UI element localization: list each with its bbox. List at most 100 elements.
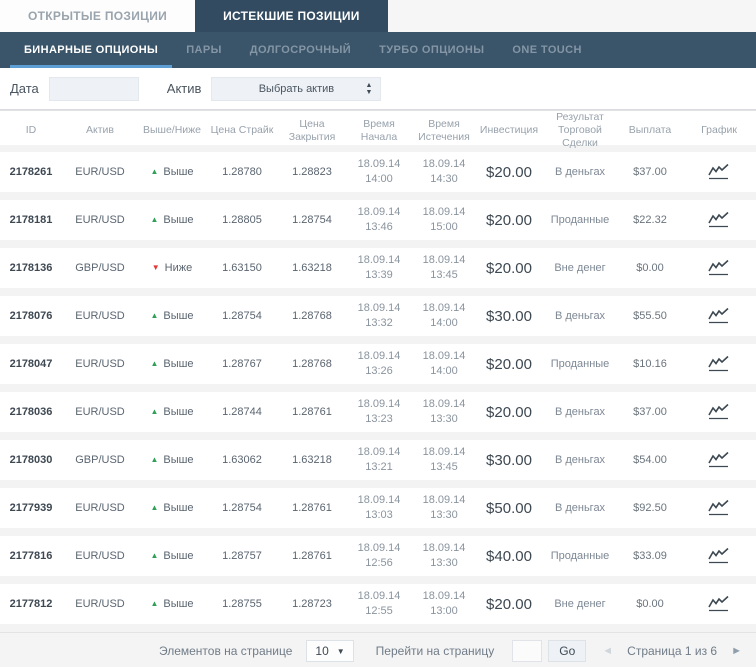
chart-link[interactable] bbox=[682, 162, 756, 182]
column-header: Время Начала bbox=[360, 117, 398, 143]
column-header: Цена Страйк bbox=[210, 124, 274, 137]
table-row: 2178036 EUR/USD ▲ Выше 1.28744 1.28761 1… bbox=[0, 392, 756, 440]
start-date: 18.09.14 bbox=[357, 206, 401, 219]
start-time: 13:03 bbox=[365, 509, 393, 521]
direction-arrow-icon: ▲ bbox=[150, 167, 159, 176]
direction-arrow-icon: ▲ bbox=[150, 215, 159, 224]
expiry-date: 18.09.14 bbox=[422, 302, 466, 315]
cell-id: 2178036 bbox=[9, 406, 53, 418]
start-time: 12:55 bbox=[365, 605, 393, 617]
expiry-time: 13:30 bbox=[430, 509, 458, 521]
cell-investment: $30.00 bbox=[486, 451, 532, 469]
direction-arrow-icon: ▲ bbox=[150, 311, 159, 320]
cell-direction: ▼ Ниже bbox=[138, 262, 206, 274]
cell-investment: $20.00 bbox=[486, 595, 532, 613]
start-date: 18.09.14 bbox=[357, 398, 401, 411]
cell-id: 2178030 bbox=[9, 454, 53, 466]
column-header: График bbox=[701, 124, 737, 137]
expiry-date: 18.09.14 bbox=[422, 158, 466, 171]
expiry-time: 13:30 bbox=[430, 557, 458, 569]
cell-close-price: 1.63218 bbox=[292, 454, 332, 466]
cell-start-time: 18.09.14 13:23 bbox=[346, 397, 412, 427]
tab-expired-positions[interactable]: ИСТЕКШИЕ ПОЗИЦИИ bbox=[195, 0, 388, 32]
expiry-time: 14:30 bbox=[430, 173, 458, 185]
cell-id: 2178136 bbox=[9, 262, 53, 274]
cell-start-time: 18.09.14 12:55 bbox=[346, 589, 412, 619]
prev-page-icon[interactable]: ◄ bbox=[602, 645, 613, 657]
column-header: Выше/Ниже bbox=[142, 124, 202, 137]
asset-select[interactable]: Выбрать актив ▲ ▼ bbox=[211, 76, 382, 101]
cell-expiry-time: 18.09.14 15:00 bbox=[412, 205, 476, 235]
cell-expiry-time: 18.09.14 14:00 bbox=[412, 301, 476, 331]
tab-open-positions[interactable]: ОТКРЫТЫЕ ПОЗИЦИИ bbox=[0, 0, 196, 32]
cell-id: 2178181 bbox=[9, 214, 53, 226]
cell-trade-result: Вне денег bbox=[554, 598, 606, 610]
nav-item-пары[interactable]: ПАРЫ bbox=[172, 32, 236, 68]
chart-link[interactable] bbox=[682, 354, 756, 374]
expiry-time: 13:30 bbox=[430, 413, 458, 425]
chart-link[interactable] bbox=[682, 450, 756, 470]
cell-payout: $37.00 bbox=[633, 166, 667, 178]
tab-expired-label: ИСТЕКШИЕ ПОЗИЦИИ bbox=[223, 9, 360, 23]
cell-close-price: 1.28754 bbox=[292, 214, 332, 226]
filter-bar: Дата Актив Выбрать актив ▲ ▼ bbox=[0, 68, 756, 110]
cell-expiry-time: 18.09.14 13:00 bbox=[412, 589, 476, 619]
cell-start-time: 18.09.14 13:46 bbox=[346, 205, 412, 235]
cell-direction: ▲ Выше bbox=[138, 214, 206, 226]
cell-strike-price: 1.28755 bbox=[222, 598, 262, 610]
page-status: Страница 1 из 6 bbox=[627, 644, 718, 658]
chart-link[interactable] bbox=[682, 306, 756, 326]
direction-label: Ниже bbox=[164, 262, 193, 274]
pagination-bar: Элементов на странице 10 ▼ Перейти на ст… bbox=[0, 632, 756, 667]
column-header: Результат Торговой Сделки bbox=[556, 111, 604, 150]
direction-label: Выше bbox=[163, 310, 194, 322]
cell-expiry-time: 18.09.14 13:30 bbox=[412, 541, 476, 571]
cell-start-time: 18.09.14 14:00 bbox=[346, 157, 412, 187]
cell-direction: ▲ Выше bbox=[138, 454, 206, 466]
table-row: 2178136 GBP/USD ▼ Ниже 1.63150 1.63218 1… bbox=[0, 248, 756, 296]
cell-expiry-time: 18.09.14 14:30 bbox=[412, 157, 476, 187]
direction-label: Выше bbox=[163, 214, 194, 226]
chart-link[interactable] bbox=[682, 258, 756, 278]
nav-item-one-touch[interactable]: ONE TOUCH bbox=[498, 32, 595, 68]
column-header: Инвестиция bbox=[479, 124, 539, 137]
line-chart-icon bbox=[706, 162, 732, 182]
direction-arrow-icon: ▲ bbox=[150, 455, 159, 464]
expiry-date: 18.09.14 bbox=[422, 350, 466, 363]
cell-strike-price: 1.28754 bbox=[222, 502, 262, 514]
cell-trade-result: Вне денег bbox=[554, 262, 606, 274]
start-time: 13:26 bbox=[365, 365, 393, 377]
tab-open-label: ОТКРЫТЫЕ ПОЗИЦИИ bbox=[28, 9, 168, 23]
line-chart-icon bbox=[706, 498, 732, 518]
chart-link[interactable] bbox=[682, 594, 756, 614]
date-filter-input[interactable] bbox=[48, 76, 139, 101]
next-page-icon[interactable]: ► bbox=[731, 645, 742, 657]
cell-expiry-time: 18.09.14 13:30 bbox=[412, 397, 476, 427]
line-chart-icon bbox=[706, 306, 732, 326]
chart-link[interactable] bbox=[682, 402, 756, 422]
goto-page-input[interactable] bbox=[512, 640, 543, 662]
cell-direction: ▲ Выше bbox=[138, 550, 206, 562]
option-type-nav: БИНАРНЫЕ ОПЦИОНЫ ПАРЫ ДОЛГОСРОЧНЫЙ ТУРБО ОП… bbox=[0, 32, 756, 68]
chart-link[interactable] bbox=[682, 210, 756, 230]
expiry-date: 18.09.14 bbox=[422, 254, 466, 267]
cell-asset: EUR/USD bbox=[75, 598, 125, 610]
direction-label: Выше bbox=[163, 550, 194, 562]
cell-trade-result: В деньгах bbox=[554, 502, 606, 514]
direction-label: Выше bbox=[163, 598, 194, 610]
chart-link[interactable] bbox=[682, 498, 756, 518]
nav-item-бинарные-опционы[interactable]: БИНАРНЫЕ ОПЦИОНЫ bbox=[10, 32, 173, 68]
nav-item-турбо-опционы[interactable]: ТУРБО ОПЦИОНЫ bbox=[365, 32, 498, 68]
cell-investment: $30.00 bbox=[486, 307, 532, 325]
chart-link[interactable] bbox=[682, 546, 756, 566]
expiry-date: 18.09.14 bbox=[422, 590, 466, 603]
go-button[interactable]: Go bbox=[548, 640, 587, 662]
cell-investment: $20.00 bbox=[486, 403, 532, 421]
cell-strike-price: 1.63150 bbox=[222, 262, 262, 274]
column-header: Выплата bbox=[628, 124, 672, 137]
items-per-page-select[interactable]: 10 ▼ bbox=[306, 640, 354, 662]
nav-item-долгосрочный[interactable]: ДОЛГОСРОЧНЫЙ bbox=[236, 32, 365, 68]
asset-filter-label: Актив bbox=[166, 81, 202, 96]
start-date: 18.09.14 bbox=[357, 158, 401, 171]
cell-start-time: 18.09.14 13:32 bbox=[346, 301, 412, 331]
